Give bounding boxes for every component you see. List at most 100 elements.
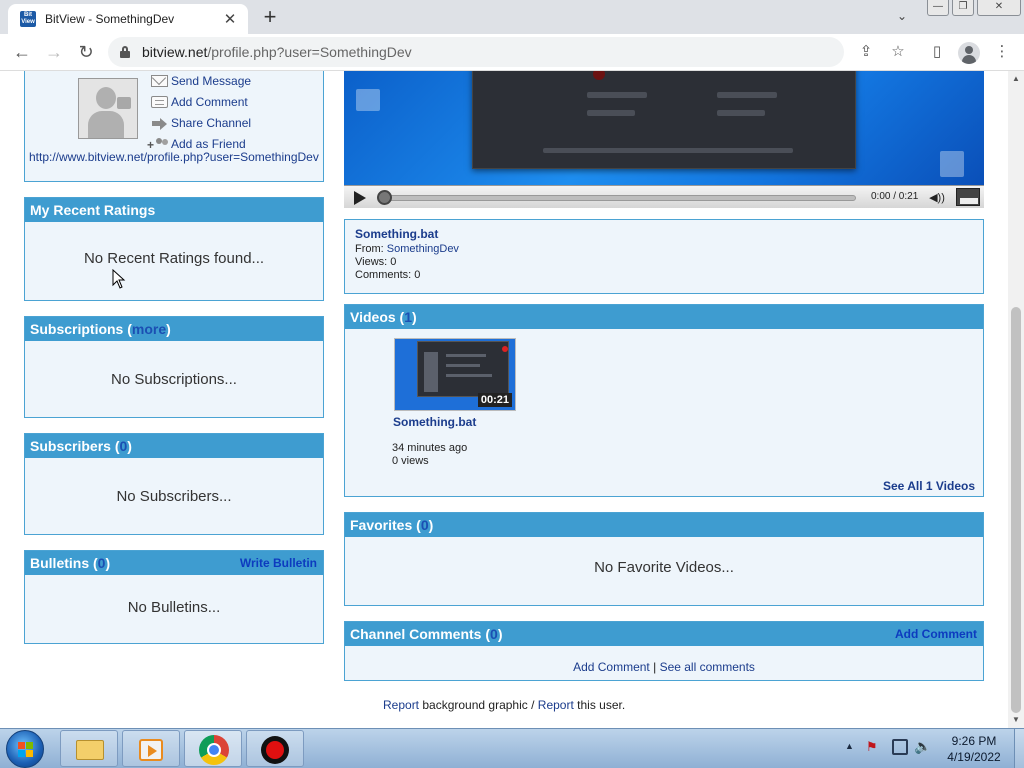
scroll-down-icon[interactable]: ▼ bbox=[1008, 712, 1024, 728]
volume-icon[interactable]: ◀)) bbox=[926, 190, 948, 206]
tray-expand-icon[interactable]: ▲ bbox=[845, 741, 854, 751]
subscriptions-title: Subscriptions (more) bbox=[30, 321, 171, 341]
windows-logo-blue bbox=[18, 750, 25, 757]
record-dot-shape bbox=[593, 71, 605, 80]
videos-list: 00:21 Something.bat 34 minutes ago 0 vie… bbox=[345, 329, 983, 496]
tab-search-chevron-icon[interactable]: ⌄ bbox=[897, 9, 907, 23]
see-all-videos-link[interactable]: See All 1 Videos bbox=[883, 479, 975, 493]
volume-tray-icon[interactable]: 🔈 bbox=[914, 738, 931, 755]
video-thumbnail[interactable]: 00:21 bbox=[394, 338, 516, 411]
videos-count[interactable]: 1 bbox=[404, 309, 412, 325]
share-channel-label[interactable]: Share Channel bbox=[171, 116, 251, 130]
subscriptions-more-link[interactable]: more bbox=[132, 321, 166, 337]
fullscreen-icon[interactable] bbox=[956, 188, 980, 206]
subscriptions-empty: No Subscriptions... bbox=[111, 371, 237, 388]
new-tab-icon[interactable]: + bbox=[258, 4, 282, 30]
seek-handle[interactable] bbox=[377, 190, 392, 205]
favorites-title-text: Favorites ( bbox=[350, 517, 421, 533]
share-icon[interactable]: ⇪ bbox=[856, 42, 876, 62]
channel-comments-title-close: ) bbox=[497, 626, 503, 642]
avatar-camera-shape bbox=[117, 97, 131, 109]
add-comment-label[interactable]: Add Comment bbox=[171, 95, 248, 109]
lock-icon[interactable] bbox=[120, 46, 130, 58]
url-text[interactable]: bitview.net/profile.php?user=SomethingDe… bbox=[142, 44, 412, 60]
video-info-views: Views: 0 bbox=[355, 256, 397, 268]
favorites-count[interactable]: 0 bbox=[421, 517, 429, 533]
thumbnail-row-shape bbox=[446, 364, 480, 367]
show-desktop-button[interactable] bbox=[1014, 729, 1024, 768]
recent-ratings-title: My Recent Ratings bbox=[30, 202, 156, 218]
send-message-link[interactable]: Send Message bbox=[151, 71, 251, 91]
video-info-title[interactable]: Something.bat bbox=[355, 227, 973, 241]
thumbnail-sidebar-shape bbox=[424, 352, 438, 392]
window-row-shape bbox=[717, 110, 765, 116]
header-add-comment-link[interactable]: Add Comment bbox=[895, 626, 977, 646]
add-comment-link[interactable]: Add Comment bbox=[151, 91, 251, 112]
videos-title-close: ) bbox=[412, 309, 417, 325]
thumbnail-record-dot-shape bbox=[502, 346, 508, 352]
add-friend-label[interactable]: Add as Friend bbox=[171, 137, 246, 151]
bulletins-title-text: Bulletins ( bbox=[30, 555, 98, 571]
scroll-up-icon[interactable]: ▲ bbox=[1008, 71, 1024, 87]
recorder-icon bbox=[261, 736, 289, 764]
scroll-thumb[interactable] bbox=[1011, 307, 1021, 713]
action-center-flag-icon[interactable]: ⚑ bbox=[866, 739, 882, 755]
taskbar-media-player[interactable] bbox=[122, 730, 180, 767]
taskbar-clock[interactable]: 9:26 PM 4/19/2022 bbox=[940, 733, 1008, 765]
favicon-text-top: Bit bbox=[24, 12, 32, 18]
browser-tab[interactable]: Bit View BitView - SomethingDev ✕ bbox=[8, 4, 248, 34]
browser-toolbar: ← → ↻ bitview.net/profile.php?user=Somet… bbox=[0, 34, 1024, 71]
taskbar-chrome[interactable] bbox=[184, 730, 242, 767]
share-channel-link[interactable]: Share Channel bbox=[151, 112, 251, 133]
subscribers-header: Subscribers (0) bbox=[25, 434, 323, 458]
menu-kebab-icon[interactable]: ⋮ bbox=[992, 42, 1012, 62]
favorites-box: Favorites (0) No Favorite Videos... bbox=[344, 512, 984, 606]
videos-box: Videos (1) 00:21 Something.bat 34 minute… bbox=[344, 304, 984, 497]
from-label: From: bbox=[355, 243, 387, 255]
media-play-shape bbox=[148, 745, 157, 757]
address-bar[interactable]: bitview.net/profile.php?user=SomethingDe… bbox=[108, 37, 844, 67]
channel-comments-count[interactable]: 0 bbox=[490, 626, 498, 642]
video-info-comments: Comments: 0 bbox=[355, 269, 421, 281]
minimize-icon[interactable]: — bbox=[927, 0, 949, 16]
report-background-link[interactable]: Report bbox=[383, 698, 419, 712]
see-all-comments-link[interactable]: See all comments bbox=[660, 660, 755, 674]
video-title-link[interactable]: Something.bat bbox=[393, 415, 476, 429]
bulletins-empty: No Bulletins... bbox=[127, 599, 221, 616]
bookmark-star-icon[interactable]: ☆ bbox=[888, 42, 908, 62]
back-arrow-icon[interactable]: ← bbox=[12, 42, 32, 62]
recent-ratings-empty: No Recent Ratings found... bbox=[83, 250, 265, 267]
user-avatar[interactable] bbox=[78, 78, 138, 139]
restore-icon[interactable]: ❐ bbox=[952, 0, 974, 16]
subscribers-title-text: Subscribers ( bbox=[30, 438, 120, 454]
favicon-text-bottom: View bbox=[21, 19, 35, 25]
play-icon[interactable] bbox=[354, 191, 366, 205]
taskbar-recorder[interactable] bbox=[246, 730, 304, 767]
favorites-title: Favorites (0) bbox=[350, 517, 433, 537]
media-player-icon bbox=[139, 739, 163, 761]
page-scrollbar[interactable]: ▲ ▼ bbox=[1008, 71, 1024, 728]
reload-icon[interactable]: ↻ bbox=[76, 42, 96, 62]
report-user-link[interactable]: Report bbox=[538, 698, 574, 712]
send-message-label[interactable]: Send Message bbox=[171, 74, 251, 88]
video-player[interactable]: 0:00 / 0:21 ◀)) bbox=[344, 71, 984, 208]
video-frame[interactable] bbox=[344, 71, 984, 185]
profile-avatar-icon[interactable] bbox=[958, 42, 980, 64]
channel-comments-links: Add Comment | See all comments bbox=[345, 660, 983, 674]
video-duration: 00:21 bbox=[477, 393, 512, 407]
seek-bar[interactable] bbox=[380, 195, 856, 201]
url-host: bitview.net bbox=[142, 44, 208, 60]
forward-arrow-icon[interactable]: → bbox=[44, 42, 64, 62]
channel-comments-box: Channel Comments (0) Add Comment Add Com… bbox=[344, 621, 984, 681]
profile-url-link[interactable]: http://www.bitview.net/profile.php?user=… bbox=[29, 150, 319, 164]
write-bulletin-link[interactable]: Write Bulletin bbox=[240, 555, 317, 575]
side-panel-icon[interactable]: ▯ bbox=[927, 42, 947, 62]
tab-close-icon[interactable]: ✕ bbox=[222, 10, 238, 28]
clock-time: 9:26 PM bbox=[951, 734, 997, 748]
add-comment-link[interactable]: Add Comment bbox=[573, 660, 650, 674]
taskbar-explorer[interactable] bbox=[60, 730, 118, 767]
start-button[interactable] bbox=[6, 730, 44, 768]
from-user-link[interactable]: SomethingDev bbox=[387, 243, 459, 255]
network-icon[interactable] bbox=[892, 739, 908, 755]
window-close-icon[interactable]: ✕ bbox=[977, 0, 1021, 16]
